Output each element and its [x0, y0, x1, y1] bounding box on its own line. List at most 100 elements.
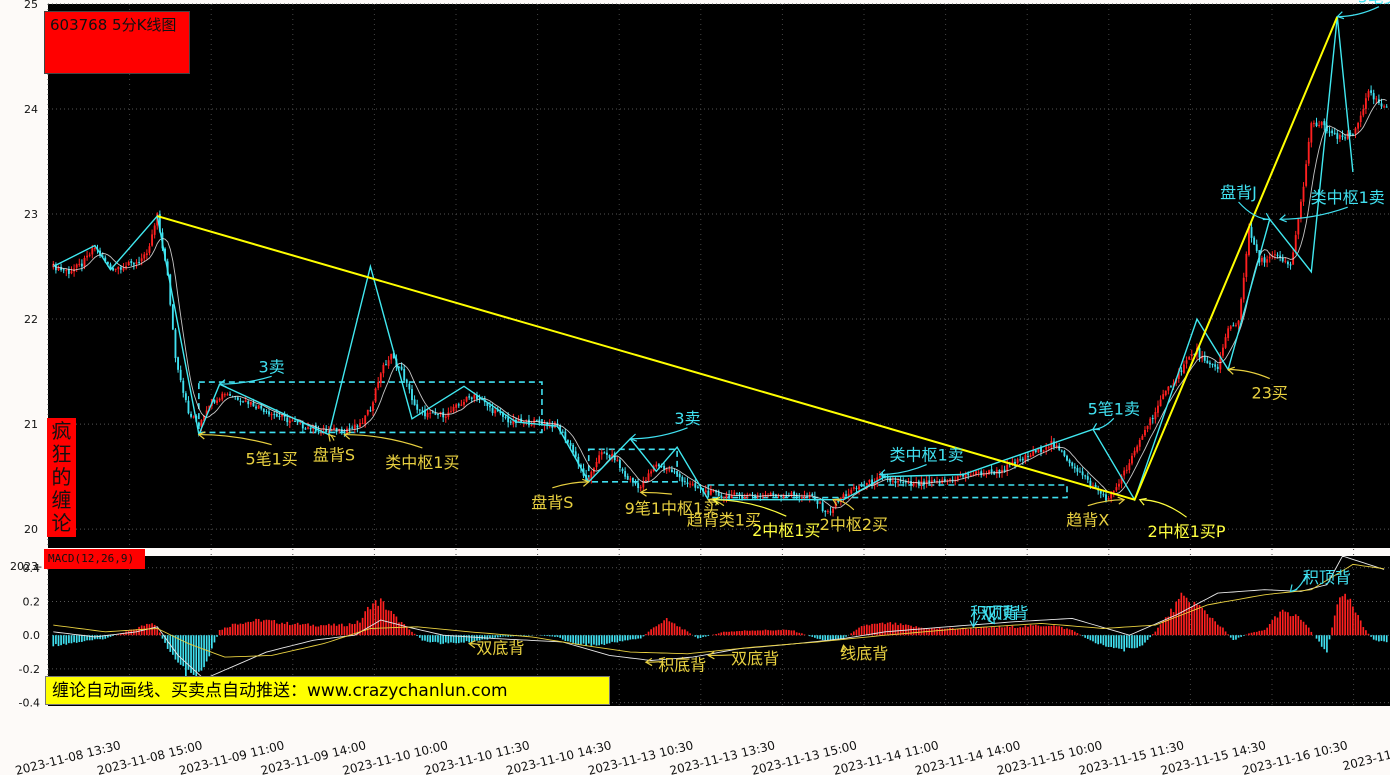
candle-body [897, 481, 899, 483]
candle-body [416, 404, 419, 410]
candle-body [1079, 471, 1081, 473]
candle-body [405, 379, 408, 383]
candle-body [348, 428, 351, 430]
candle-body [1294, 235, 1297, 252]
candle-body [281, 415, 283, 417]
candle-body [933, 480, 936, 482]
candle-body [117, 267, 120, 270]
candle-body [780, 495, 783, 498]
signal-label: 3卖 [259, 357, 285, 376]
candle-body [304, 428, 307, 430]
brand-char: 狂 [51, 442, 72, 466]
candle-body [343, 431, 346, 433]
candle-body [226, 394, 229, 396]
candle-body [631, 477, 634, 482]
signal-label: 5笔卖 [1358, 0, 1390, 7]
candle-body [962, 475, 964, 477]
candle-body [91, 248, 94, 255]
candle-body [70, 271, 73, 274]
candle-body [598, 455, 601, 463]
candle-body [1273, 254, 1276, 256]
signal-label: 趋背类1买 [687, 511, 761, 530]
candle-body [1370, 90, 1373, 93]
candle-body [1027, 456, 1029, 458]
candle-body [735, 492, 738, 494]
candle-body [1047, 446, 1050, 448]
macd-label: MACD(12,26,9) [44, 549, 145, 569]
candle-body [1357, 122, 1360, 129]
candle-body [507, 417, 510, 423]
signal-label: 类中枢1买 [385, 453, 459, 472]
candle-body [910, 481, 912, 486]
signal-label: 5笔1卖 [1088, 399, 1140, 418]
candle-body [65, 270, 68, 272]
candle-body [1102, 494, 1105, 496]
candle-body [83, 257, 86, 267]
candle-body [1066, 455, 1068, 461]
candle-body [278, 415, 281, 418]
candle-body [1084, 475, 1087, 477]
candle-body [151, 234, 154, 246]
signal-label: 2中枢1买 [752, 521, 820, 540]
candle-body [275, 414, 278, 417]
candle-body [366, 409, 369, 415]
price-tick-label: 25 [24, 0, 38, 11]
candle-body [1063, 451, 1066, 456]
candle-body [135, 262, 138, 264]
candle-body [821, 502, 824, 512]
brand-char: 缠 [51, 488, 72, 512]
candle-body [455, 404, 458, 408]
candle-body [1255, 244, 1258, 251]
candle-body [949, 479, 951, 481]
candle-body [390, 353, 393, 360]
candle-body [504, 416, 507, 418]
candle-body [1338, 134, 1341, 139]
candle-body [489, 405, 491, 408]
candle-body [1261, 257, 1263, 262]
candle-body [1380, 103, 1383, 107]
candle-body [1310, 123, 1313, 143]
candle-body [1045, 447, 1048, 450]
candle-body [665, 469, 668, 471]
candle-body [1263, 257, 1266, 263]
candle-body [1268, 256, 1271, 259]
candle-body [837, 501, 840, 503]
candle-body [359, 423, 361, 427]
brand-char: 疯 [51, 419, 72, 443]
signal-label: 盘背S [313, 446, 355, 465]
candle-body [1183, 364, 1185, 373]
candle-body [143, 254, 146, 259]
candle-body [1235, 324, 1237, 326]
candle-body [1144, 429, 1146, 436]
candle-body [1299, 201, 1302, 219]
candle-body [676, 471, 679, 474]
candle-body [863, 485, 866, 487]
candle-body [567, 440, 569, 443]
candle-body [1180, 370, 1183, 372]
candle-body [353, 424, 356, 429]
candle-body [494, 410, 497, 414]
candle-body [437, 413, 439, 416]
candle-body [1076, 467, 1079, 472]
price-tick-label: 20 [24, 523, 38, 536]
kline-chart: 2524232221200.40.20.0-0.2-0.4 3卖5笔1买 盘背S 类… [0, 0, 1390, 775]
candle-body [470, 397, 473, 399]
candle-body [1157, 405, 1159, 413]
candle-body [1312, 122, 1315, 124]
candle-body [130, 261, 133, 264]
candle-body [257, 405, 260, 409]
candle-body [411, 389, 413, 401]
candle-body [569, 442, 572, 446]
macd-signal-label: 双底背 [476, 639, 524, 658]
candle-body [829, 511, 832, 513]
candle-body [192, 416, 195, 418]
candle-body [902, 481, 905, 483]
price-tick-label: 22 [24, 313, 38, 326]
candle-body [179, 369, 182, 381]
candle-body [132, 263, 135, 265]
candle-body [1331, 130, 1334, 134]
candle-body [444, 416, 447, 418]
candle-body [624, 471, 627, 477]
signal-label: 盘背S [531, 493, 573, 512]
candle-body [333, 427, 335, 430]
